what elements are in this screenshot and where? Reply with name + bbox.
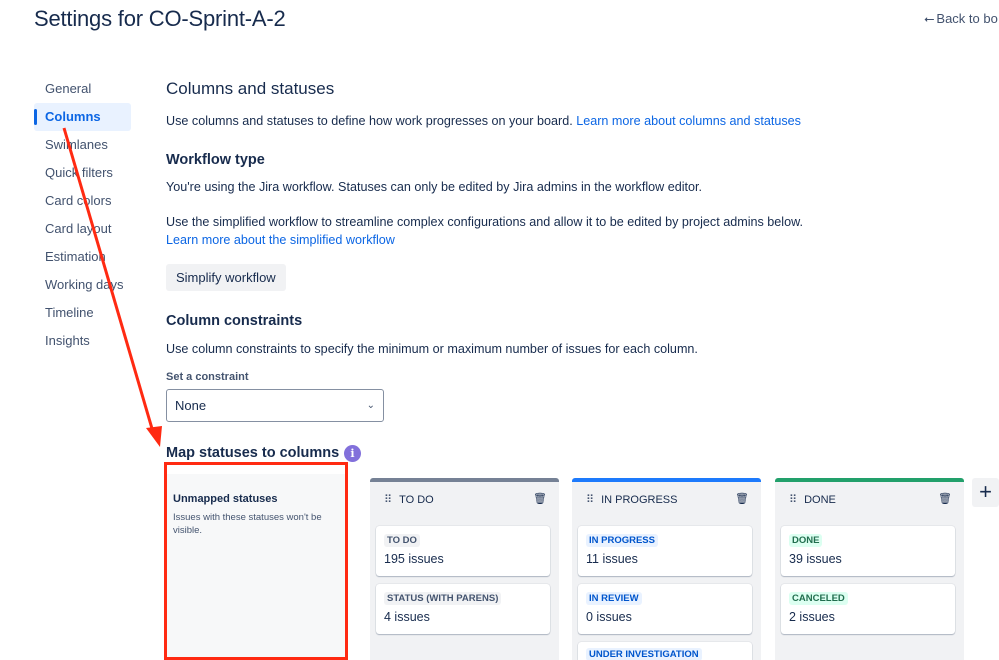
column-name: DONE [804, 493, 836, 506]
back-to-board-link[interactable]: ⭠ Back to bo [924, 11, 998, 27]
sidebar-item-quick-filters[interactable]: Quick filters [34, 159, 131, 187]
status-card[interactable]: IN REVIEW 0 issues [578, 584, 752, 634]
sidebar-item-estimation[interactable]: Estimation [34, 243, 131, 271]
column-color-bar [775, 478, 964, 482]
constraint-select-value: None [175, 398, 207, 413]
column-header: ⠿ TO DO [384, 493, 434, 507]
arrow-left-icon: ⭠ [924, 11, 935, 26]
trash-icon[interactable]: 🗑 [735, 492, 749, 505]
status-count: 4 issues [384, 610, 430, 624]
simplify-workflow-button[interactable]: Simplify workflow [166, 264, 286, 291]
learn-more-columns-link[interactable]: Learn more about columns and statuses [576, 114, 801, 128]
map-heading: Map statuses to columns [166, 445, 340, 461]
column-header: ⠿ DONE [789, 493, 836, 507]
trash-icon[interactable]: 🗑 [533, 492, 547, 505]
status-card[interactable]: IN PROGRESS 11 issues [578, 526, 752, 576]
column-name: TO DO [399, 493, 434, 506]
status-card[interactable]: DONE 39 issues [781, 526, 955, 576]
drag-handle-icon[interactable]: ⠿ [789, 493, 797, 506]
sidebar-item-card-layout[interactable]: Card layout [34, 215, 131, 243]
column-in-progress[interactable]: ⠿ IN PROGRESS 🗑 IN PROGRESS 11 issues IN… [572, 478, 761, 660]
chevron-down-icon: ⌄ [366, 400, 375, 411]
status-lozenge: IN REVIEW [586, 592, 642, 605]
sidebar-item-card-colors[interactable]: Card colors [34, 187, 131, 215]
unmapped-statuses-column: Unmapped statuses Issues with these stat… [166, 474, 345, 660]
status-lozenge: TO DO [384, 534, 420, 547]
workflow-heading: Workflow type [166, 152, 265, 168]
column-name: IN PROGRESS [601, 493, 678, 506]
intro-description: Use columns and statuses to define how w… [166, 114, 573, 128]
page-title: Settings for CO-Sprint-A-2 [34, 6, 286, 31]
sidebar-item-timeline[interactable]: Timeline [34, 299, 131, 327]
back-link-label: Back to bo [936, 11, 998, 26]
status-count: 2 issues [789, 610, 835, 624]
add-column-button[interactable]: + [972, 478, 999, 507]
status-lozenge: IN PROGRESS [586, 534, 658, 547]
status-card[interactable]: STATUS (WITH PARENS) 4 issues [376, 584, 550, 634]
sidebar-item-columns[interactable]: Columns [34, 103, 131, 131]
status-card[interactable]: CANCELED 2 issues [781, 584, 955, 634]
status-card[interactable]: UNDER INVESTIGATION [578, 642, 752, 660]
column-color-bar [572, 478, 761, 482]
constraints-heading: Column constraints [166, 313, 303, 329]
column-header: ⠿ IN PROGRESS [586, 493, 678, 507]
status-count: 11 issues [586, 552, 638, 566]
settings-sidebar: General Columns Swimlanes Quick filters … [34, 75, 131, 355]
status-card[interactable]: TO DO 195 issues [376, 526, 550, 576]
status-count: 195 issues [384, 552, 444, 566]
sidebar-item-insights[interactable]: Insights [34, 327, 131, 355]
status-lozenge: DONE [789, 534, 823, 547]
sidebar-item-general[interactable]: General [34, 75, 131, 103]
constraint-label: Set a constraint [166, 371, 249, 383]
constraints-text: Use column constraints to specify the mi… [166, 342, 698, 356]
drag-handle-icon[interactable]: ⠿ [586, 493, 594, 506]
intro-text: Use columns and statuses to define how w… [166, 114, 801, 128]
column-color-bar [370, 478, 559, 482]
learn-more-simplified-link[interactable]: Learn more about the simplified workflow [166, 233, 395, 247]
status-lozenge: UNDER INVESTIGATION [586, 648, 702, 660]
column-todo[interactable]: ⠿ TO DO 🗑 TO DO 195 issues STATUS (WITH … [370, 478, 559, 660]
section-heading: Columns and statuses [166, 79, 335, 98]
simplified-text: Use the simplified workflow to streamlin… [166, 215, 803, 229]
unmapped-title: Unmapped statuses [173, 493, 278, 505]
drag-handle-icon[interactable]: ⠿ [384, 493, 392, 506]
sidebar-item-working-days[interactable]: Working days [34, 271, 131, 299]
status-count: 39 issues [789, 552, 842, 566]
trash-icon[interactable]: 🗑 [938, 492, 952, 505]
workflow-text: You're using the Jira workflow. Statuses… [166, 180, 703, 194]
status-lozenge: CANCELED [789, 592, 848, 605]
status-lozenge: STATUS (WITH PARENS) [384, 592, 502, 605]
constraint-select[interactable]: None ⌄ [166, 389, 384, 422]
column-done[interactable]: ⠿ DONE 🗑 DONE 39 issues CANCELED 2 issue… [775, 478, 964, 660]
sidebar-item-swimlanes[interactable]: Swimlanes [34, 131, 131, 159]
status-count: 0 issues [586, 610, 632, 624]
info-icon[interactable]: i [344, 445, 361, 462]
unmapped-description: Issues with these statuses won't be visi… [173, 512, 322, 536]
